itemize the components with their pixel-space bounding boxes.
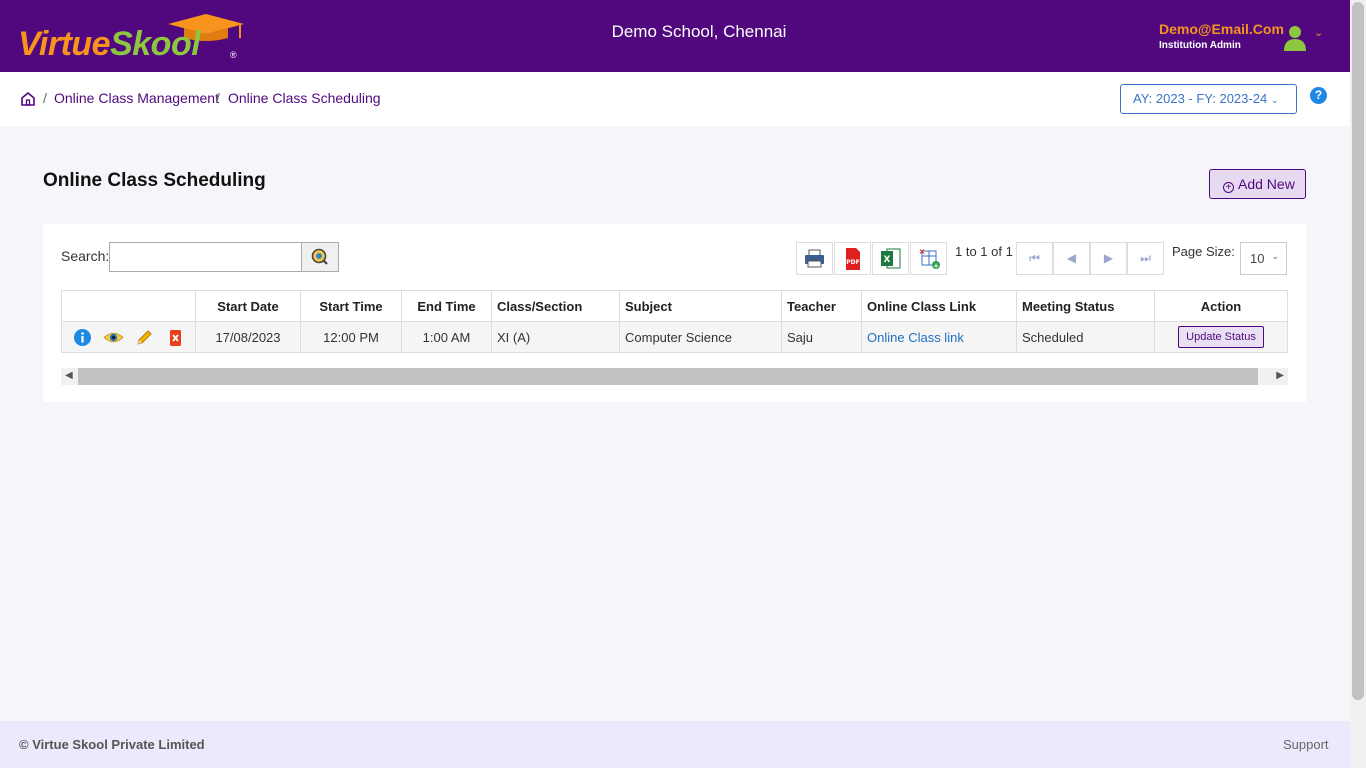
print-button[interactable] (796, 242, 833, 275)
column-settings-icon: × + (919, 247, 940, 270)
scrollbar-thumb[interactable] (1352, 2, 1364, 700)
info-icon[interactable] (72, 327, 93, 348)
update-status-button[interactable]: Update Status (1178, 326, 1264, 348)
column-header-start-time[interactable]: Start Time (300, 290, 402, 322)
breadcrumb-separator: / (43, 90, 47, 106)
academic-year-select[interactable]: AY: 2023 - FY: 2023-24 ⌄ (1120, 84, 1297, 114)
cell-class-section: XI (A) (491, 321, 620, 353)
vertical-scrollbar[interactable] (1350, 0, 1366, 768)
help-icon[interactable]: ? (1310, 87, 1327, 104)
online-class-link[interactable]: Online Class link (867, 330, 964, 345)
chevron-down-icon: ⌄ (1270, 95, 1279, 105)
breadcrumb-separator: / (216, 90, 220, 106)
page-size-select[interactable]: 10 ⌄ (1240, 242, 1287, 275)
svg-text:+: + (933, 262, 939, 270)
column-header-class-section[interactable]: Class/Section (491, 290, 620, 322)
last-page-button[interactable]: ⏭ (1127, 242, 1164, 275)
last-page-icon: ⏭ (1140, 251, 1151, 265)
support-link[interactable]: Support (1283, 737, 1329, 752)
next-page-icon: ▶ (1103, 251, 1114, 265)
first-page-button[interactable]: ⏮ (1016, 242, 1053, 275)
plus-circle-icon: + (1223, 182, 1234, 193)
footer: © Virtue Skool Private Limited Support (0, 721, 1350, 768)
breadcrumb-online-class-scheduling[interactable]: Online Class Scheduling (228, 90, 381, 106)
column-header-teacher[interactable]: Teacher (781, 290, 862, 322)
edit-pencil-icon[interactable] (134, 327, 155, 348)
column-header-action: Action (1154, 290, 1288, 322)
previous-page-button[interactable]: ◀ (1053, 242, 1090, 275)
table-row: 17/08/2023 12:00 PM 1:00 AM XI (A) Compu… (61, 321, 1288, 353)
user-role: Institution Admin (1159, 40, 1241, 51)
breadcrumb: / Online Class Management / Online Class… (0, 72, 1350, 126)
home-icon[interactable] (20, 91, 36, 107)
table-header-row: Start Date Start Time End Time Class/Sec… (61, 290, 1288, 322)
next-page-button[interactable]: ▶ (1090, 242, 1127, 275)
export-pdf-button[interactable]: PDF (834, 242, 871, 275)
cell-meeting-status: Scheduled (1016, 321, 1155, 353)
search-icon (311, 248, 328, 265)
schedule-card: Search: PDF X × + 1 to 1 of 1 ⏮ ◀ ▶ ⏭ Pa… (43, 224, 1306, 402)
export-excel-button[interactable]: X (872, 242, 909, 275)
svg-text:×: × (919, 247, 926, 256)
column-header-online-class-link[interactable]: Online Class Link (861, 290, 1017, 322)
add-new-button[interactable]: + Add New (1209, 169, 1306, 199)
printer-icon (805, 249, 824, 268)
column-chooser-button[interactable]: × + (910, 242, 947, 275)
chevron-down-icon: ⌄ (1271, 251, 1279, 261)
add-new-label: Add New (1238, 176, 1295, 192)
cell-online-class-link: Online Class link (861, 321, 1017, 353)
column-header-actions (61, 290, 196, 322)
svg-text:X: X (884, 255, 891, 265)
cell-start-time: 12:00 PM (300, 321, 402, 353)
pdf-icon: PDF (846, 248, 860, 270)
delete-icon[interactable] (165, 327, 186, 348)
column-header-meeting-status[interactable]: Meeting Status (1016, 290, 1155, 322)
cell-end-time: 1:00 AM (401, 321, 492, 353)
cell-teacher: Saju (781, 321, 862, 353)
page-size-value: 10 (1250, 251, 1265, 266)
first-page-icon: ⏮ (1029, 251, 1040, 265)
cell-action: Update Status (1154, 321, 1288, 353)
horizontal-scrollbar[interactable]: ◀ ▶ (61, 368, 1288, 385)
row-action-icons (61, 321, 196, 353)
search-label: Search: (61, 248, 110, 264)
cell-start-date: 17/08/2023 (195, 321, 301, 353)
previous-page-icon: ◀ (1066, 251, 1077, 265)
column-header-subject[interactable]: Subject (619, 290, 782, 322)
excel-icon: X (881, 248, 901, 269)
page-size-label: Page Size: (1172, 244, 1235, 259)
logo-registered-mark: ® (230, 50, 237, 60)
view-eye-icon[interactable] (103, 327, 124, 348)
copyright-text: © Virtue Skool Private Limited (19, 737, 205, 752)
scroll-left-icon[interactable]: ◀ (65, 370, 73, 381)
top-bar: VirtueSkool ® Demo School, Chennai Demo@… (0, 0, 1350, 72)
cell-subject: Computer Science (619, 321, 782, 353)
academic-year-value: AY: 2023 - FY: 2023-24 (1133, 91, 1268, 106)
user-email[interactable]: Demo@Email.Com (1159, 21, 1284, 37)
scroll-right-icon[interactable]: ▶ (1276, 370, 1284, 381)
user-avatar-icon[interactable] (1282, 24, 1308, 52)
scrollbar-thumb[interactable] (78, 368, 1258, 385)
svg-text:PDF: PDF (846, 259, 859, 266)
breadcrumb-online-class-management[interactable]: Online Class Management (54, 90, 219, 106)
search-input[interactable] (109, 242, 302, 272)
chevron-down-icon[interactable]: ⌄ (1314, 26, 1323, 39)
page-title: Online Class Scheduling (43, 170, 266, 191)
column-header-start-date[interactable]: Start Date (195, 290, 301, 322)
search-button[interactable] (301, 242, 339, 272)
column-header-end-time[interactable]: End Time (401, 290, 492, 322)
schedule-table: Start Date Start Time End Time Class/Sec… (61, 290, 1288, 353)
pager-info: 1 to 1 of 1 (955, 244, 1013, 259)
